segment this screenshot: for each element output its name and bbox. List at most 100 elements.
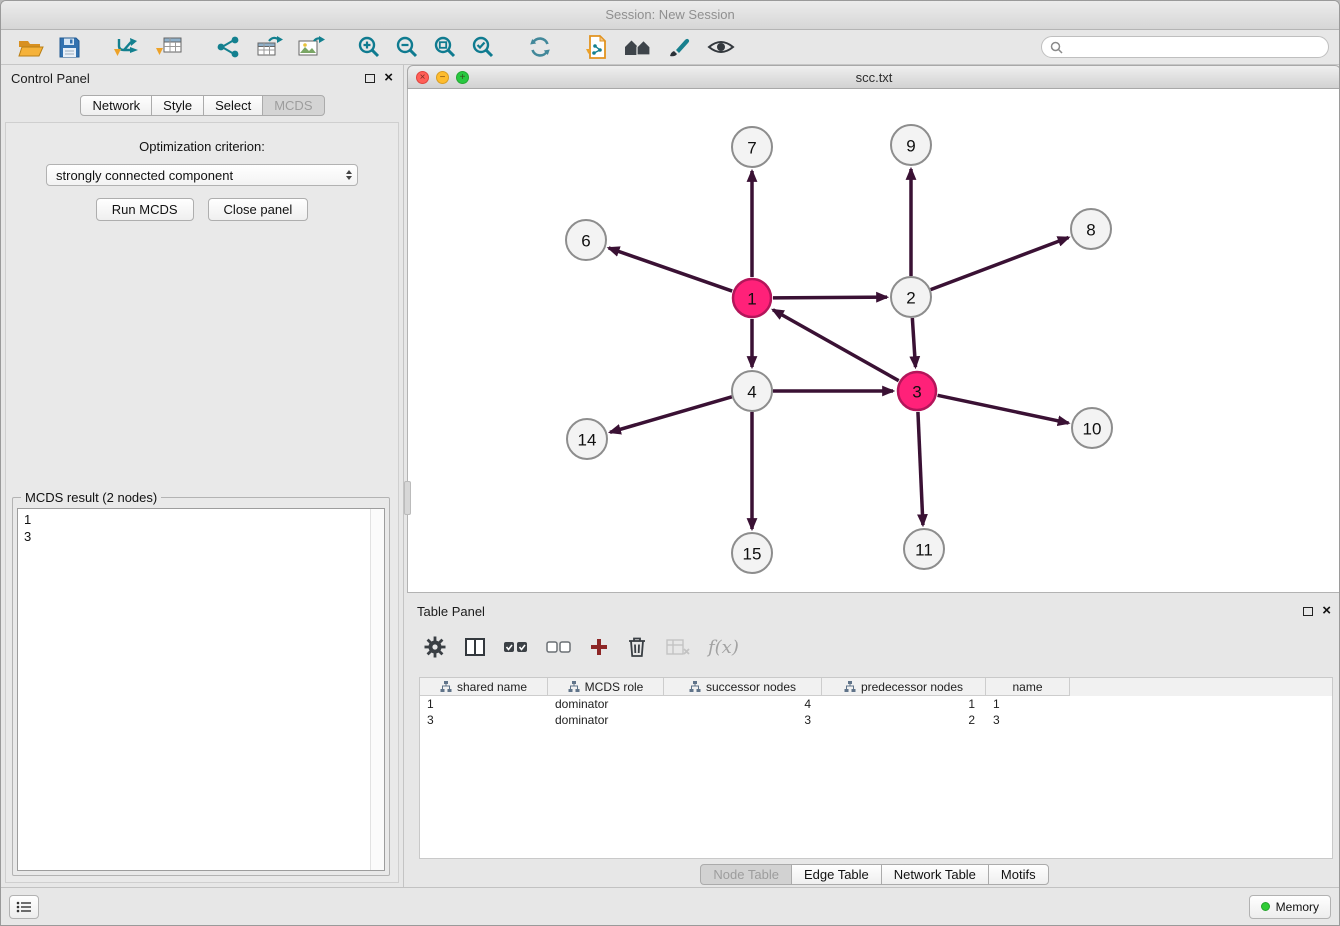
node-11[interactable]: 11 bbox=[904, 529, 944, 569]
cell-name: 1 bbox=[986, 696, 1070, 712]
trash-icon bbox=[626, 635, 648, 659]
node-9[interactable]: 9 bbox=[891, 125, 931, 165]
optimization-criterion-label: Optimization criterion: bbox=[6, 139, 398, 154]
control-panel-header: Control Panel × bbox=[1, 65, 403, 91]
zoom-selected-button[interactable] bbox=[467, 33, 499, 61]
table-panel-header: Table Panel × bbox=[407, 598, 1340, 624]
edge-3-10[interactable] bbox=[938, 395, 1069, 423]
node-4[interactable]: 4 bbox=[732, 371, 772, 411]
network-from-selection-button[interactable] bbox=[211, 33, 245, 61]
close-panel-icon[interactable]: × bbox=[384, 71, 393, 85]
delete-column-button[interactable] bbox=[626, 635, 648, 659]
apply-style-button[interactable] bbox=[663, 33, 697, 61]
column-type-icon bbox=[689, 681, 701, 692]
table-row[interactable]: 1 dominator 4 1 1 bbox=[420, 696, 1332, 712]
select-all-button[interactable] bbox=[503, 638, 529, 656]
open-session-button[interactable] bbox=[14, 34, 48, 60]
save-icon bbox=[58, 36, 81, 59]
edge-3-1[interactable] bbox=[773, 310, 899, 381]
deselect-all-button[interactable] bbox=[546, 638, 572, 656]
node-8[interactable]: 8 bbox=[1071, 209, 1111, 249]
table-settings-button[interactable] bbox=[423, 635, 447, 659]
criterion-dropdown-value: strongly connected component bbox=[56, 168, 233, 183]
control-panel-title: Control Panel bbox=[11, 71, 90, 86]
tab-style[interactable]: Style bbox=[151, 95, 204, 116]
tab-select[interactable]: Select bbox=[203, 95, 263, 116]
column-header-mcds-role[interactable]: MCDS role bbox=[548, 678, 664, 696]
network-canvas[interactable]: 7 9 6 8 1 2 4 3 14 10 15 11 bbox=[407, 89, 1340, 593]
zoom-fit-button[interactable] bbox=[429, 33, 461, 61]
memory-button[interactable]: Memory bbox=[1249, 895, 1331, 919]
node-1[interactable]: 1 bbox=[733, 279, 771, 317]
add-column-button[interactable] bbox=[589, 637, 609, 657]
result-scrollbar[interactable] bbox=[370, 509, 384, 870]
list-icon bbox=[16, 901, 32, 913]
tab-motifs[interactable]: Motifs bbox=[988, 864, 1049, 885]
network-view-window: × − + scc.txt 7 9 6 8 1 2 4 3 14 10 15 11 bbox=[407, 65, 1340, 593]
node-7[interactable]: 7 bbox=[732, 127, 772, 167]
zoom-in-button[interactable] bbox=[353, 33, 385, 61]
tab-edge-table[interactable]: Edge Table bbox=[791, 864, 882, 885]
zoom-out-button[interactable] bbox=[391, 33, 423, 61]
table-row[interactable]: 3 dominator 3 2 3 bbox=[420, 712, 1332, 728]
show-graphics-details-button[interactable] bbox=[703, 35, 739, 59]
window-titlebar[interactable]: Session: New Session bbox=[1, 1, 1339, 30]
search-input[interactable] bbox=[1068, 39, 1320, 55]
tab-node-table[interactable]: Node Table bbox=[700, 864, 792, 885]
node-14[interactable]: 14 bbox=[567, 419, 607, 459]
node-2[interactable]: 2 bbox=[891, 277, 931, 317]
svg-text:7: 7 bbox=[747, 139, 756, 158]
minimize-window-button[interactable]: − bbox=[436, 71, 449, 84]
edge-4-14[interactable] bbox=[610, 397, 732, 432]
network-window-titlebar[interactable]: × − + scc.txt bbox=[407, 65, 1340, 89]
delete-table-button-disabled bbox=[665, 637, 691, 657]
run-mcds-button[interactable]: Run MCDS bbox=[96, 198, 194, 221]
cell-successor-nodes: 3 bbox=[664, 712, 822, 728]
network-graph[interactable]: 7 9 6 8 1 2 4 3 14 10 15 11 bbox=[408, 89, 1340, 591]
close-panel-button[interactable]: Close panel bbox=[208, 198, 309, 221]
node-3[interactable]: 3 bbox=[898, 372, 936, 410]
close-table-panel-icon[interactable]: × bbox=[1322, 604, 1331, 618]
tab-network[interactable]: Network bbox=[80, 95, 152, 116]
node-15[interactable]: 15 bbox=[732, 533, 772, 573]
column-header-name[interactable]: name bbox=[986, 678, 1070, 696]
nested-network-button[interactable] bbox=[619, 34, 657, 60]
edge-2-8[interactable] bbox=[931, 237, 1069, 289]
import-network-button[interactable] bbox=[109, 33, 145, 61]
column-header-shared-name[interactable]: shared name bbox=[420, 678, 548, 696]
close-window-button[interactable]: × bbox=[416, 71, 429, 84]
panel-splitter-handle[interactable] bbox=[404, 481, 411, 515]
refresh-view-button[interactable] bbox=[523, 33, 557, 61]
column-header-predecessor-nodes[interactable]: predecessor nodes bbox=[822, 678, 986, 696]
panel-selector-button[interactable] bbox=[9, 895, 39, 919]
main-toolbar bbox=[1, 30, 1339, 65]
tab-network-table[interactable]: Network Table bbox=[881, 864, 989, 885]
column-header-successor-nodes[interactable]: successor nodes bbox=[664, 678, 822, 696]
zoom-in-icon bbox=[357, 35, 381, 59]
mcds-result-list[interactable]: 1 3 bbox=[17, 508, 385, 871]
criterion-dropdown[interactable]: strongly connected component bbox=[46, 164, 358, 186]
node-10[interactable]: 10 bbox=[1072, 408, 1112, 448]
export-table-button[interactable] bbox=[251, 33, 287, 61]
search-field[interactable] bbox=[1041, 36, 1329, 58]
delete-table-icon bbox=[665, 637, 691, 657]
clone-network-button[interactable] bbox=[581, 32, 613, 62]
edge-3-11[interactable] bbox=[918, 412, 923, 525]
export-image-icon bbox=[297, 35, 325, 59]
float-panel-icon[interactable] bbox=[365, 74, 375, 83]
import-table-button[interactable] bbox=[151, 33, 187, 61]
node-6[interactable]: 6 bbox=[566, 220, 606, 260]
edge-2-3[interactable] bbox=[912, 318, 915, 367]
dropdown-stepper-icon bbox=[346, 170, 352, 180]
edge-1-6[interactable] bbox=[609, 248, 733, 291]
export-image-button[interactable] bbox=[293, 33, 329, 61]
edge-1-2[interactable] bbox=[773, 297, 887, 298]
save-session-button[interactable] bbox=[54, 34, 85, 61]
show-columns-button[interactable] bbox=[464, 637, 486, 657]
mcds-result-title: MCDS result (2 nodes) bbox=[21, 490, 161, 505]
svg-text:4: 4 bbox=[747, 383, 756, 402]
maximize-window-button[interactable]: + bbox=[456, 71, 469, 84]
float-table-panel-icon[interactable] bbox=[1303, 607, 1313, 616]
tab-mcds[interactable]: MCDS bbox=[262, 95, 324, 116]
unchecked-boxes-icon bbox=[546, 638, 572, 656]
